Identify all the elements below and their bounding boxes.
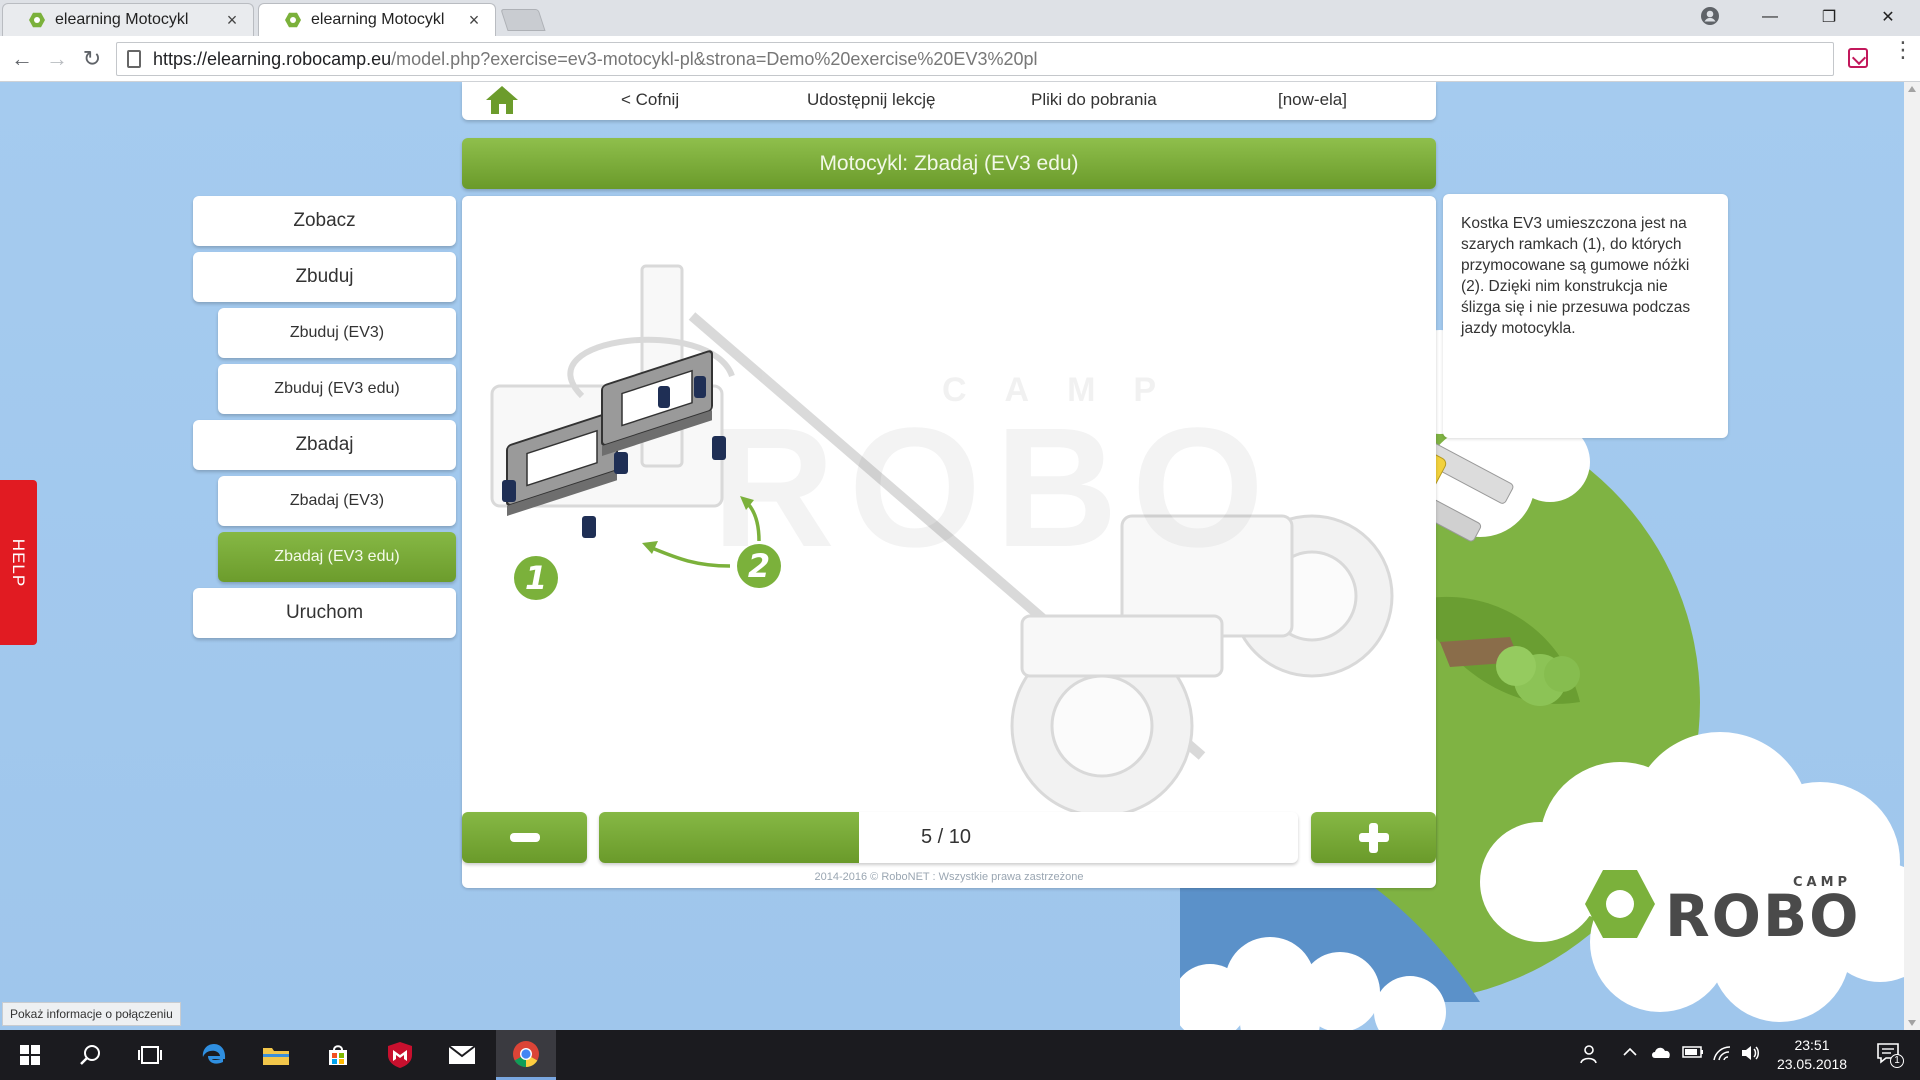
url-path: /model.php?exercise=ev3-motocykl-pl&stro…: [391, 48, 1038, 69]
onedrive-icon[interactable]: [1650, 1044, 1672, 1060]
help-tab-label: HELP: [9, 538, 29, 587]
tab-close-icon[interactable]: ×: [465, 10, 483, 31]
step-progress-bar: 5 / 10: [599, 812, 1298, 863]
window-minimize-button[interactable]: —: [1742, 0, 1798, 34]
downloads-link[interactable]: Pliki do pobrania: [1031, 90, 1157, 110]
edge-icon[interactable]: [186, 1030, 242, 1080]
share-lesson-link[interactable]: Udostępnij lekcję: [807, 90, 936, 110]
notification-count-badge: 1: [1890, 1054, 1904, 1068]
model-illustration-panel: CAMP ROBO 1 2: [462, 196, 1436, 888]
action-center-icon[interactable]: 1: [1876, 1042, 1904, 1068]
clock-date: 23.05.2018: [1776, 1056, 1848, 1072]
home-icon[interactable]: [484, 84, 520, 116]
back-link[interactable]: < Cofnij: [621, 90, 679, 110]
url-host: https://elearning.robocamp.eu: [153, 48, 392, 69]
sidebar-item-zbadaj-ev3[interactable]: Zbadaj (EV3): [218, 476, 456, 526]
callout-1-label: 1: [525, 559, 547, 597]
tab-close-icon[interactable]: ×: [223, 10, 241, 31]
people-icon[interactable]: [1578, 1044, 1598, 1064]
user-account-link[interactable]: [now-ela]: [1278, 90, 1347, 110]
step-progress-fill: [599, 812, 860, 863]
page-viewport: < Cofnij Udostępnij lekcję Pliki do pobr…: [0, 82, 1904, 1030]
copyright-footer: 2014-2016 © RoboNET : Wszystkie prawa za…: [814, 871, 1084, 883]
wifi-icon[interactable]: [1712, 1044, 1732, 1062]
search-icon[interactable]: [62, 1030, 118, 1080]
page-scrollbar[interactable]: [1904, 82, 1920, 1030]
sidebar-item-zobacz[interactable]: Zobacz: [193, 196, 456, 246]
battery-icon[interactable]: [1682, 1044, 1704, 1060]
plus-icon: [1358, 822, 1389, 853]
sidebar-item-uruchom[interactable]: Uruchom: [193, 588, 456, 638]
window-close-button[interactable]: ✕: [1860, 0, 1916, 34]
chevron-up-icon[interactable]: [1622, 1044, 1638, 1060]
mail-icon[interactable]: [434, 1030, 490, 1080]
robocamp-favicon-icon: [285, 12, 301, 28]
back-arrow-icon[interactable]: ←: [8, 45, 36, 73]
reload-icon[interactable]: ↻: [78, 45, 106, 73]
address-bar[interactable]: https://elearning.robocamp.eu/model.php?…: [116, 42, 1834, 76]
tab-title: elearning Motocykl: [311, 11, 445, 28]
step-counter: 5 / 10: [921, 826, 972, 848]
minus-icon: [509, 833, 540, 842]
chrome-icon[interactable]: [496, 1030, 556, 1080]
help-tab[interactable]: HELP: [0, 480, 37, 645]
clock-time: 23:51: [1794, 1037, 1830, 1053]
file-explorer-icon[interactable]: [248, 1030, 304, 1080]
callout-2-label: 2: [748, 547, 770, 585]
browser-menu-icon[interactable]: ⋮: [1892, 39, 1914, 61]
page-info-icon[interactable]: [127, 50, 141, 68]
motorcycle-model-illustration: CAMP ROBO 1 2: [490, 264, 1394, 818]
windows-start-icon[interactable]: [2, 1030, 58, 1080]
taskbar-clock[interactable]: 23:51 23.05.2018: [1756, 1036, 1868, 1074]
lesson-title: Motocykl: Zbadaj (EV3 edu): [462, 138, 1436, 189]
tab-title: elearning Motocykl: [55, 11, 189, 28]
scroll-down-arrow-icon[interactable]: [1908, 1020, 1916, 1026]
window-maximize-button[interactable]: ❐: [1801, 0, 1857, 34]
pocket-extension-icon[interactable]: [1848, 48, 1868, 68]
browser-tab-2[interactable]: elearning Motocykl ×: [258, 3, 496, 36]
browser-tab-strip: elearning Motocykl × elearning Motocykl …: [0, 0, 1920, 36]
sidebar-item-zbadaj-ev3-edu[interactable]: Zbadaj (EV3 edu): [218, 532, 456, 582]
connection-info-tooltip: Pokaż informacje o połączeniu: [2, 1002, 181, 1026]
lesson-top-nav: < Cofnij Udostępnij lekcję Pliki do pobr…: [462, 82, 1436, 120]
logo-camp-text: CAMP: [1793, 875, 1851, 890]
robocamp-favicon-icon: [29, 12, 45, 28]
previous-step-button[interactable]: [462, 812, 587, 863]
mcafee-icon[interactable]: [372, 1030, 428, 1080]
windows-taskbar: 23:51 23.05.2018 1: [0, 1030, 1920, 1080]
task-view-icon[interactable]: [122, 1030, 178, 1080]
sidebar-item-zbuduj[interactable]: Zbuduj: [193, 252, 456, 302]
sidebar-item-zbuduj-ev3-edu[interactable]: Zbuduj (EV3 edu): [218, 364, 456, 414]
sidebar-item-zbadaj[interactable]: Zbadaj: [193, 420, 456, 470]
robocamp-logo: ROBO CAMP: [1585, 870, 1860, 950]
browser-tab-1[interactable]: elearning Motocykl ×: [2, 3, 254, 36]
logo-robo-text: ROBO: [1665, 882, 1860, 950]
scroll-up-arrow-icon[interactable]: [1908, 86, 1916, 92]
step-description: Kostka EV3 umieszczona jest na szarych r…: [1443, 194, 1728, 438]
account-icon[interactable]: [1700, 6, 1720, 26]
sidebar-item-zbuduj-ev3[interactable]: Zbuduj (EV3): [218, 308, 456, 358]
browser-toolbar: ← → ↻ https://elearning.robocamp.eu/mode…: [0, 36, 1920, 82]
store-icon[interactable]: [310, 1030, 366, 1080]
forward-arrow-icon[interactable]: →: [43, 45, 71, 73]
new-tab-button[interactable]: [500, 9, 546, 31]
next-step-button[interactable]: [1311, 812, 1436, 863]
